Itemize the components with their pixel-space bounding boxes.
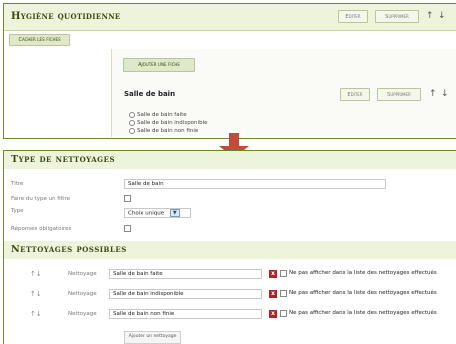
hygiene-panel: Hygiène quotidienne Editer Supprimer ↑ ↓…: [3, 3, 456, 139]
card-edit-button[interactable]: Editer: [340, 88, 370, 101]
row-label: Nettoyage: [68, 271, 97, 277]
hide-note: Ne pas afficher dans la liste des nettoy…: [289, 290, 437, 296]
row-label: Nettoyage: [68, 291, 97, 297]
panel-title: Hygiène quotidienne: [11, 11, 121, 22]
radio-option[interactable]: Salle de bain non finie: [129, 128, 198, 134]
dropdown-arrow-icon[interactable]: ▼: [169, 209, 180, 217]
filter-label: Faire du type un filtre: [11, 196, 70, 202]
hide-checkbox[interactable]: [280, 290, 287, 297]
radio-button[interactable]: [129, 128, 135, 134]
possible-cleanings-header: Nettoyages possibles: [4, 241, 456, 259]
cleaning-type-header: Type de nettoyages: [4, 151, 456, 169]
add-card-button[interactable]: Ajouter une fiche: [123, 58, 195, 72]
delete-button[interactable]: Supprimer: [375, 10, 419, 23]
required-checkbox[interactable]: [124, 225, 131, 232]
radio-button[interactable]: [129, 120, 135, 126]
radio-button[interactable]: [129, 112, 135, 118]
delete-row-icon[interactable]: x: [269, 270, 277, 278]
filter-checkbox[interactable]: [124, 195, 131, 202]
move-down-icon[interactable]: ↓: [438, 10, 446, 22]
card-delete-button[interactable]: Supprimer: [377, 88, 421, 101]
reorder-arrows-icon[interactable]: ↑↓: [30, 310, 42, 318]
possible-cleanings-title: Nettoyages possibles: [11, 244, 127, 255]
hygiene-panel-header: Hygiène quotidienne Editer Supprimer ↑ ↓: [4, 4, 456, 31]
reorder-arrows-icon[interactable]: ↑↓: [30, 290, 42, 298]
radio-option[interactable]: Salle de bain faite: [129, 112, 187, 118]
section-title: Type de nettoyages: [11, 154, 116, 165]
cleaning-input[interactable]: Salle de bain faite: [109, 269, 262, 279]
hide-cards-button[interactable]: Cacher les fiches: [9, 34, 70, 46]
radio-label: Salle de bain faite: [137, 112, 187, 118]
required-label: Réponses obligatoires: [11, 226, 72, 232]
delete-row-icon[interactable]: x: [269, 290, 277, 298]
card-title: Salle de bain: [124, 90, 176, 98]
type-select[interactable]: Choix unique ▼: [124, 208, 191, 218]
reorder-arrows-icon[interactable]: ↑↓: [30, 270, 42, 278]
radio-label: Salle de bain non finie: [137, 128, 199, 134]
title-label: Titre: [11, 181, 24, 187]
hide-note: Ne pas afficher dans la liste des nettoy…: [289, 310, 437, 316]
card-move-up-icon[interactable]: ↑: [429, 88, 437, 100]
move-up-icon[interactable]: ↑: [426, 10, 434, 22]
type-select-value: Choix unique: [128, 210, 165, 217]
hide-checkbox[interactable]: [280, 270, 287, 277]
cleaning-type-panel: Type de nettoyages Titre Salle de bain F…: [3, 150, 456, 344]
type-label: Type: [11, 208, 24, 214]
row-label: Nettoyage: [68, 311, 97, 317]
radio-label: Salle de bain indisponible: [137, 120, 208, 126]
cleaning-input[interactable]: Salle de bain indisponible: [109, 289, 262, 299]
radio-option[interactable]: Salle de bain indisponible: [129, 120, 207, 126]
hide-checkbox[interactable]: [280, 310, 287, 317]
card-move-down-icon[interactable]: ↓: [441, 88, 449, 100]
add-cleaning-button[interactable]: Ajouter un nettoyage: [124, 331, 181, 344]
delete-row-icon[interactable]: x: [269, 310, 277, 318]
cleaning-input[interactable]: Salle de bain non finie: [109, 309, 262, 319]
title-input[interactable]: Salle de bain: [124, 179, 386, 189]
hide-note: Ne pas afficher dans la liste des nettoy…: [289, 270, 437, 276]
edit-button[interactable]: Editer: [338, 10, 368, 23]
card-area: Ajouter une fiche Salle de bain Editer S…: [111, 49, 456, 137]
